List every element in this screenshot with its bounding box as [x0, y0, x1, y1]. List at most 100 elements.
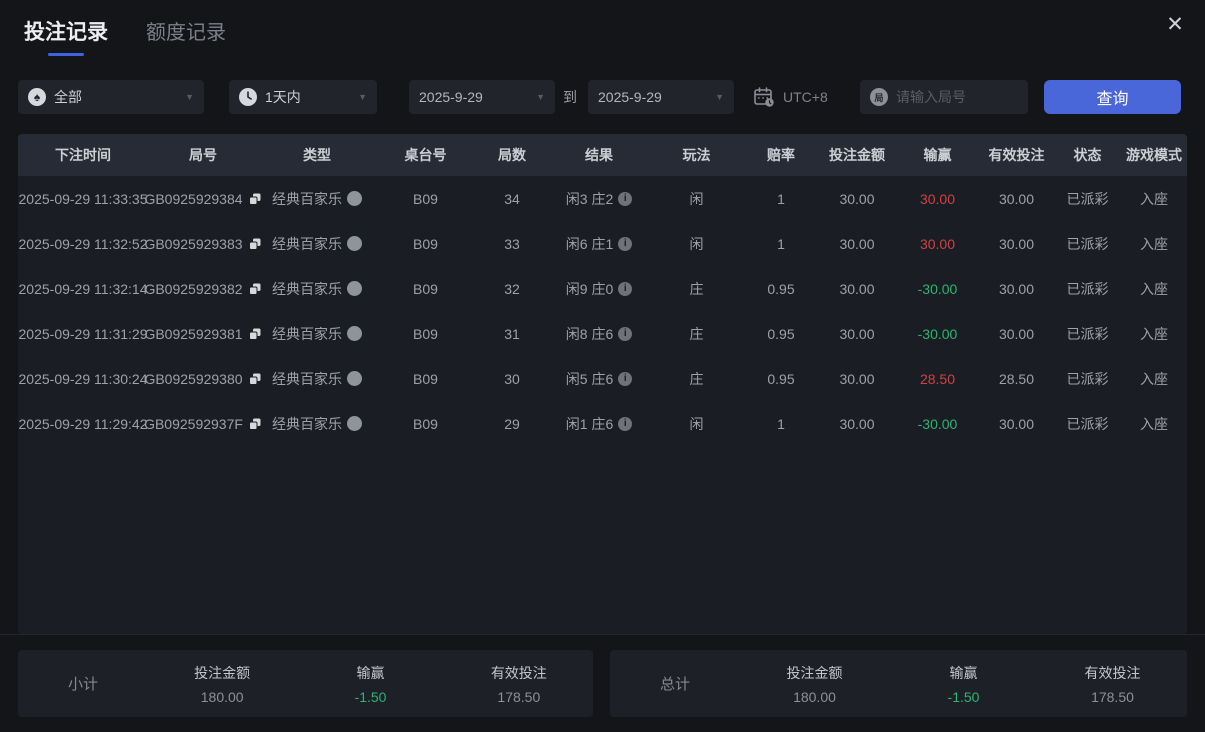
chevron-down-icon: ▼: [715, 92, 724, 102]
subtotal-win-loss: 输赢 -1.50: [296, 663, 444, 705]
cell-status: 已派彩: [1054, 311, 1121, 356]
table-row: 2025-09-29 11:32:52 GB0925929383 经典百家乐 B…: [18, 221, 1187, 266]
cell-odds: 1: [744, 221, 818, 266]
game-type-text: 经典百家乐: [272, 189, 342, 209]
header-win-loss: 输赢: [896, 134, 979, 176]
game-type-select[interactable]: ♠ 全部 ▼: [18, 80, 204, 114]
info-icon[interactable]: i: [618, 372, 632, 386]
timezone-label: UTC+8: [783, 89, 828, 105]
cell-round-no: 34: [475, 176, 549, 221]
header-odds: 赔率: [744, 134, 818, 176]
clock-icon: [239, 88, 257, 106]
result-text: 闲3 庄2: [566, 189, 613, 209]
cell-odds: 1: [744, 401, 818, 446]
timezone-indicator: UTC+8: [752, 80, 828, 114]
spade-icon: ♠: [28, 88, 46, 106]
calendar-clock-icon: [752, 85, 776, 109]
subtotal-panel: 小计 投注金额 180.00 输赢 -1.50 有效投注 178.50: [18, 650, 593, 717]
info-icon[interactable]: i: [618, 237, 632, 251]
cell-win-loss: 30.00: [896, 176, 979, 221]
game-logo-icon: [347, 191, 362, 206]
cell-valid-bet: 28.50: [979, 356, 1054, 401]
cell-play: 闲: [649, 401, 744, 446]
total-win-loss: 输赢 -1.50: [889, 663, 1038, 705]
info-icon[interactable]: i: [618, 327, 632, 341]
cell-game-type: 经典百家乐: [258, 401, 376, 446]
cell-status: 已派彩: [1054, 176, 1121, 221]
cell-game-mode: 入座: [1121, 176, 1187, 221]
cell-bet-amount: 30.00: [818, 311, 896, 356]
header-bet-amount: 投注金额: [818, 134, 896, 176]
cell-round-id: GB0925929384: [148, 176, 258, 221]
header-result: 结果: [549, 134, 649, 176]
time-range-value: 1天内: [265, 87, 352, 107]
date-to-value: 2025-9-29: [598, 89, 709, 105]
tab-quota-records[interactable]: 额度记录: [146, 16, 226, 45]
tab-quota-records-label: 额度记录: [146, 22, 226, 44]
close-icon[interactable]: ✕: [1159, 8, 1191, 40]
time-range-select[interactable]: 1天内 ▼: [229, 80, 377, 114]
chevron-down-icon: ▼: [358, 92, 367, 102]
cell-table-no: B09: [376, 311, 475, 356]
cell-table-no: B09: [376, 401, 475, 446]
date-range-to-label: 到: [563, 80, 577, 114]
result-text: 闲8 庄6: [566, 324, 613, 344]
game-logo-icon: [347, 326, 362, 341]
cell-bet-time: 2025-09-29 11:32:14: [18, 266, 148, 311]
tab-betting-records-label: 投注记录: [24, 21, 108, 44]
table-body: 2025-09-29 11:33:35 GB0925929384 经典百家乐 B…: [18, 176, 1187, 634]
cell-game-type: 经典百家乐: [258, 221, 376, 266]
info-icon[interactable]: i: [618, 192, 632, 206]
header-play: 玩法: [649, 134, 744, 176]
subtotal-valid-bet: 有效投注 178.50: [445, 663, 593, 705]
round-id-text: GB0925929381: [144, 326, 242, 342]
game-type-text: 经典百家乐: [272, 414, 342, 434]
cell-bet-amount: 30.00: [818, 176, 896, 221]
info-icon[interactable]: i: [618, 282, 632, 296]
cell-odds: 0.95: [744, 266, 818, 311]
cell-table-no: B09: [376, 221, 475, 266]
game-logo-icon: [347, 416, 362, 431]
cell-table-no: B09: [376, 356, 475, 401]
cell-result: 闲6 庄1 i: [549, 221, 649, 266]
cell-win-loss: 30.00: [896, 221, 979, 266]
table-header-row: 下注时间 局号 类型 桌台号 局数 结果 玩法 赔率 投注金额 输赢 有效投注 …: [18, 134, 1187, 176]
cell-round-id: GB0925929382: [148, 266, 258, 311]
round-search-input[interactable]: [896, 89, 1018, 105]
tab-bar: 投注记录 额度记录: [24, 16, 226, 56]
cell-game-mode: 入座: [1121, 266, 1187, 311]
cell-odds: 1: [744, 176, 818, 221]
round-id-text: GB0925929382: [144, 281, 242, 297]
chevron-down-icon: ▼: [536, 92, 545, 102]
cell-bet-amount: 30.00: [818, 221, 896, 266]
round-search: 局: [860, 80, 1028, 114]
cell-result: 闲3 庄2 i: [549, 176, 649, 221]
tab-betting-records[interactable]: 投注记录: [24, 16, 108, 56]
query-button[interactable]: 查询: [1044, 80, 1181, 114]
cell-bet-time: 2025-09-29 11:32:52: [18, 221, 148, 266]
date-from-select[interactable]: 2025-9-29 ▼: [409, 80, 555, 114]
cell-round-id: GB0925929383: [148, 221, 258, 266]
cell-win-loss: 28.50: [896, 356, 979, 401]
game-logo-icon: [347, 281, 362, 296]
game-type-text: 经典百家乐: [272, 324, 342, 344]
date-to-select[interactable]: 2025-9-29 ▼: [588, 80, 734, 114]
result-text: 闲5 庄6: [566, 369, 613, 389]
cell-bet-time: 2025-09-29 11:29:42: [18, 401, 148, 446]
cell-valid-bet: 30.00: [979, 266, 1054, 311]
cell-game-type: 经典百家乐: [258, 356, 376, 401]
date-from-value: 2025-9-29: [419, 89, 530, 105]
filter-bar: ♠ 全部 ▼ 1天内 ▼ 2025-9-29 ▼ 到 2025-9-29 ▼: [0, 80, 1205, 114]
cell-valid-bet: 30.00: [979, 176, 1054, 221]
subtotal-bet-amount: 投注金额 180.00: [148, 663, 296, 705]
total-label: 总计: [610, 673, 740, 694]
cell-win-loss: -30.00: [896, 266, 979, 311]
cell-bet-time: 2025-09-29 11:33:35: [18, 176, 148, 221]
info-icon[interactable]: i: [618, 417, 632, 431]
header-round-no: 局数: [475, 134, 549, 176]
cell-valid-bet: 30.00: [979, 221, 1054, 266]
cell-round-id: GB0925929380: [148, 356, 258, 401]
table-row: 2025-09-29 11:32:14 GB0925929382 经典百家乐 B…: [18, 266, 1187, 311]
round-badge-icon: 局: [870, 88, 888, 106]
cell-play: 庄: [649, 356, 744, 401]
